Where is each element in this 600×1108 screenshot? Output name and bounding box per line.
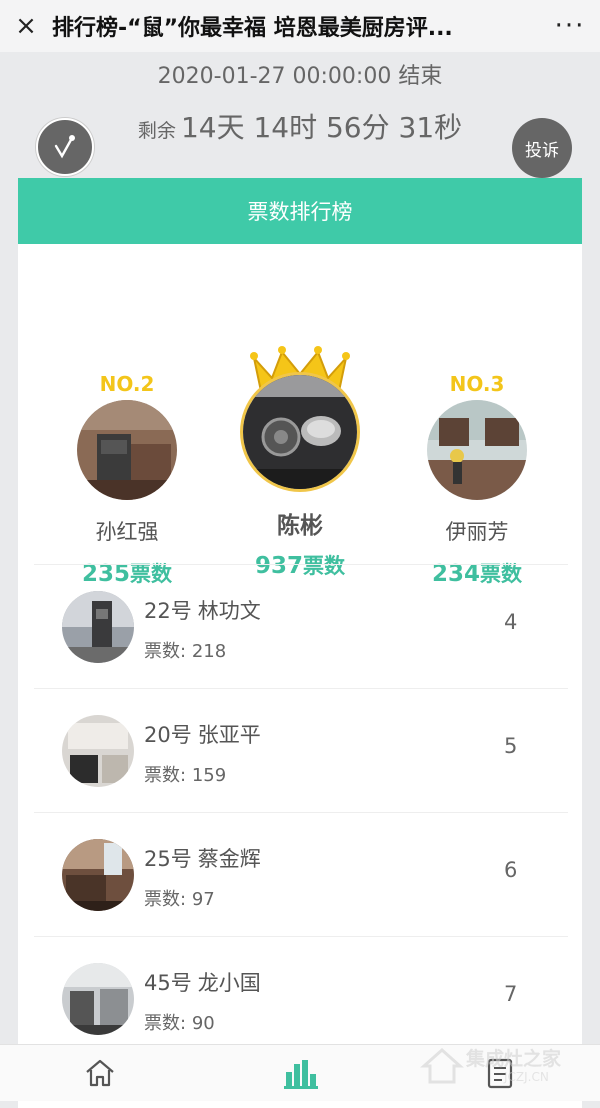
- bar-chart-icon: [284, 1060, 318, 1089]
- rank-number: 4: [504, 610, 518, 634]
- ranking-header: 票数排行榜: [18, 178, 582, 244]
- complaint-button[interactable]: 投诉: [512, 118, 572, 178]
- watermark: 集成灶之家 JCZJ.CN: [418, 1042, 600, 1092]
- rank-label: [218, 344, 382, 372]
- podium-first[interactable]: 陈彬 937票数: [218, 344, 382, 580]
- music-note-icon: [54, 135, 75, 159]
- rank-number: 6: [504, 858, 518, 882]
- home-icon: [86, 1059, 114, 1087]
- vote-count: 票数: 97: [144, 889, 215, 910]
- avatar: [62, 715, 134, 787]
- contestant-name: 伊丽芳: [445, 520, 509, 544]
- music-toggle-button[interactable]: [36, 118, 94, 176]
- podium: NO.2 孙红强 235票数 陈彬 937票数 NO.3 伊丽芳 234票数: [18, 244, 582, 587]
- contestant-title: 22号 林功文: [144, 599, 261, 623]
- list-item[interactable]: 25号 蔡金辉 票数: 97 6: [34, 813, 568, 937]
- rank-number: 7: [504, 982, 518, 1006]
- close-icon[interactable]: ×: [0, 0, 52, 52]
- page-title: 排行榜-“鼠”你最幸福 培恩最美厨房评...: [52, 16, 453, 41]
- avatar: [77, 400, 177, 500]
- ranking-card: 票数排行榜 NO.2 孙红强 235票数 陈彬 937票数 NO.3 伊丽芳 2…: [18, 178, 582, 1108]
- avatar: [62, 839, 134, 911]
- avatar: [62, 591, 134, 663]
- countdown-value: 14天 14时 56分 31秒: [180, 111, 463, 144]
- rank-label: NO.2: [99, 372, 155, 396]
- countdown-label: 剩余: [137, 120, 176, 142]
- list-item[interactable]: 22号 林功文 票数: 218 4: [34, 565, 568, 689]
- podium-third[interactable]: NO.3 伊丽芳 234票数: [412, 372, 542, 588]
- contestant-name: 孙红强: [95, 520, 159, 544]
- contestant-title: 45号 龙小国: [144, 971, 261, 995]
- vote-count: 票数: 159: [144, 765, 227, 786]
- house-logo-icon: [420, 1047, 464, 1084]
- watermark-url: JCZJ.CN: [504, 1070, 549, 1084]
- rank-label: NO.3: [449, 372, 505, 396]
- avatar: [62, 963, 134, 1035]
- vote-count: 票数: 218: [144, 641, 227, 662]
- contestant-title: 25号 蔡金辉: [144, 847, 261, 871]
- avatar: [427, 400, 527, 500]
- more-options-icon[interactable]: ···: [540, 0, 600, 52]
- contestant-title: 20号 张亚平: [144, 723, 261, 747]
- end-time-text: 2020-01-27 00:00:00 结束: [157, 64, 443, 89]
- watermark-text: 集成灶之家: [466, 1048, 562, 1070]
- nav-home[interactable]: [0, 1045, 200, 1101]
- podium-second[interactable]: NO.2 孙红强 235票数: [62, 372, 192, 588]
- nav-ranking[interactable]: [200, 1045, 400, 1101]
- vote-count: 票数: 90: [144, 1013, 215, 1034]
- list-item[interactable]: 20号 张亚平 票数: 159 5: [34, 689, 568, 813]
- top-bar: × 排行榜-“鼠”你最幸福 培恩最美厨房评... ···: [0, 0, 600, 52]
- avatar: [240, 372, 360, 492]
- rank-number: 5: [504, 734, 518, 758]
- ranking-list: 22号 林功文 票数: 218 4 20号 张亚平 票数: 159 5 25号 …: [34, 564, 568, 1061]
- contestant-name: 陈彬: [277, 513, 323, 539]
